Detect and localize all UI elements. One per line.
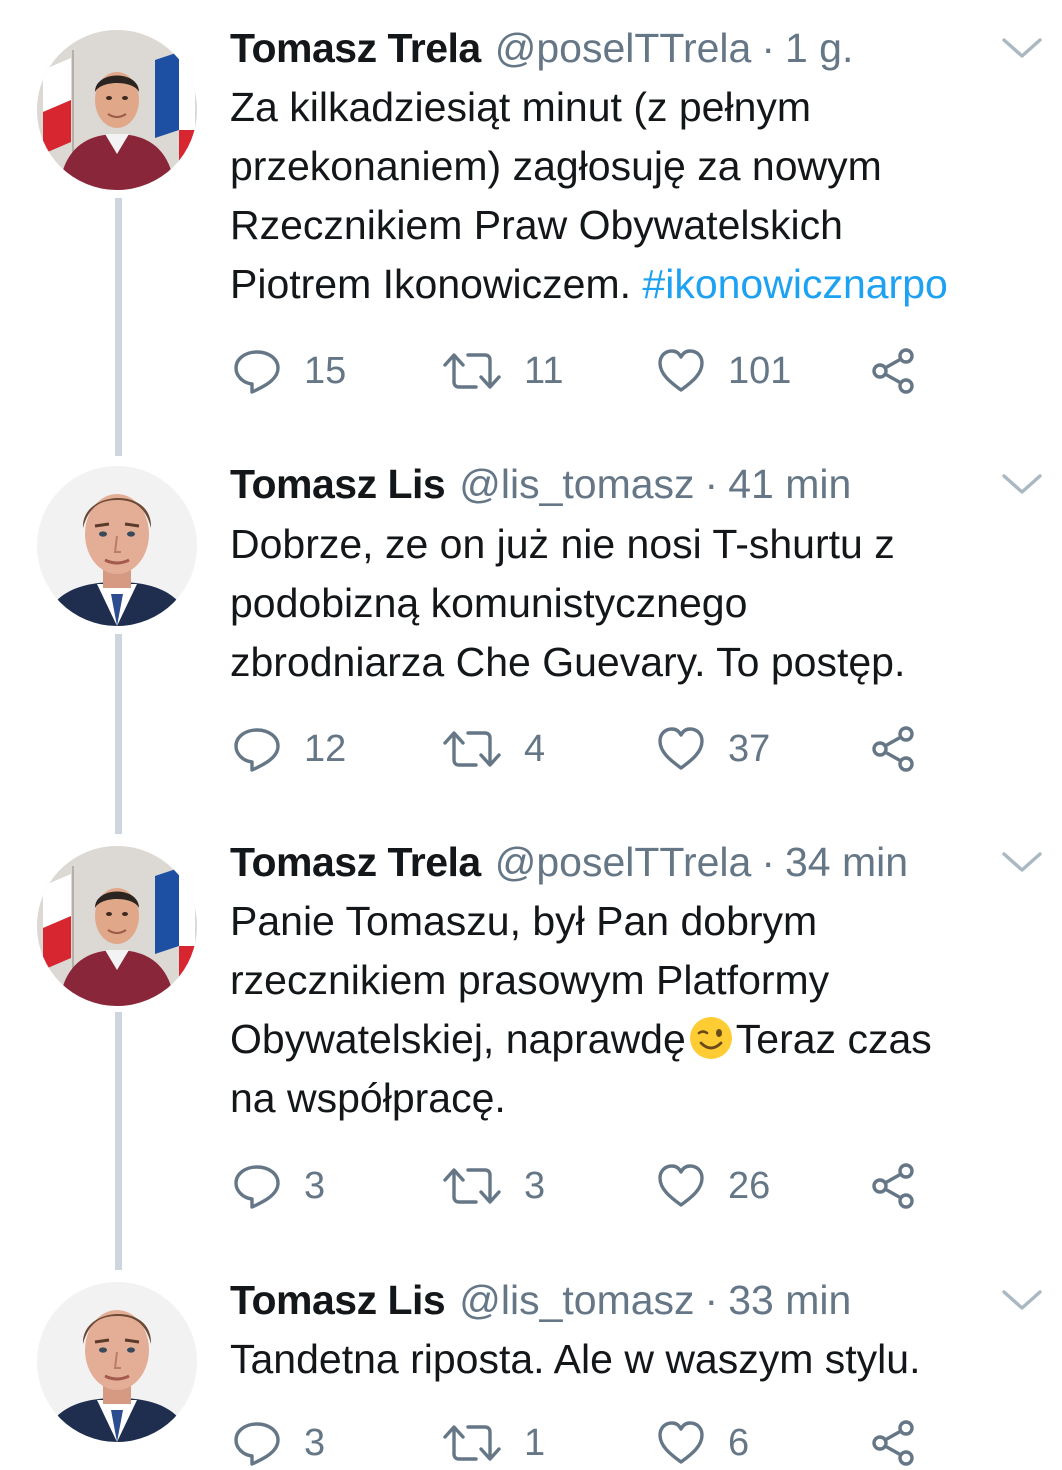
tweet-header: Tomasz Trela @poselTTrela · 34 min <box>230 834 908 890</box>
reply-button[interactable]: 3 <box>232 1418 325 1468</box>
winking-face-icon <box>689 1017 732 1059</box>
reply-count: 3 <box>304 1164 326 1207</box>
like-icon <box>656 1418 706 1468</box>
tweet-text: Dobrze, ze on już nie nosi T-shurtu z po… <box>230 521 906 685</box>
share-button[interactable] <box>868 724 918 774</box>
like-button[interactable]: 6 <box>656 1418 749 1468</box>
author-handle[interactable]: @lis_tomasz <box>459 1272 694 1328</box>
reply-icon <box>232 1418 282 1468</box>
tweet-header: Tomasz Trela @poselTTrela · 1 g. <box>230 20 853 76</box>
retweet-count: 1 <box>524 1421 546 1464</box>
like-button[interactable]: 101 <box>656 346 791 396</box>
reply-count: 3 <box>304 1421 326 1464</box>
reply-icon <box>232 346 282 396</box>
author-name[interactable]: Tomasz Lis <box>230 456 446 512</box>
chevron-down-icon[interactable] <box>1000 470 1044 498</box>
like-count: 37 <box>728 727 771 770</box>
author-name[interactable]: Tomasz Trela <box>230 834 481 890</box>
like-icon <box>656 1161 706 1211</box>
author-handle[interactable]: @poselTTrela <box>495 834 752 890</box>
reply-icon <box>232 1161 282 1211</box>
retweet-button[interactable]: 1 <box>442 1418 545 1468</box>
like-count: 101 <box>728 349 792 392</box>
share-icon <box>868 346 918 396</box>
timestamp[interactable]: 33 min <box>728 1272 851 1328</box>
like-count: 6 <box>728 1421 750 1464</box>
author-name[interactable]: Tomasz Lis <box>230 1272 446 1328</box>
like-icon <box>656 346 706 396</box>
reply-icon <box>232 724 282 774</box>
avatar[interactable] <box>37 30 197 190</box>
thread-line <box>115 1012 122 1270</box>
author-name[interactable]: Tomasz Trela <box>230 20 481 76</box>
timestamp[interactable]: 1 g. <box>785 20 853 76</box>
author-handle[interactable]: @lis_tomasz <box>459 456 694 512</box>
chevron-down-icon[interactable] <box>1000 848 1044 876</box>
chevron-down-icon[interactable] <box>1000 1286 1044 1314</box>
author-handle[interactable]: @poselTTrela <box>495 20 752 76</box>
retweet-button[interactable]: 3 <box>442 1161 545 1211</box>
retweet-icon <box>442 1161 502 1211</box>
reply-button[interactable]: 12 <box>232 724 346 774</box>
tweet-header: Tomasz Lis @lis_tomasz · 33 min <box>230 1272 851 1328</box>
reply-button[interactable]: 15 <box>232 346 346 396</box>
tweet-header: Tomasz Lis @lis_tomasz · 41 min <box>230 456 851 512</box>
retweet-count: 3 <box>524 1164 546 1207</box>
thread-line <box>115 198 122 456</box>
retweet-icon <box>442 724 502 774</box>
thread-line <box>115 634 122 834</box>
retweet-count: 11 <box>524 349 564 392</box>
like-count: 26 <box>728 1164 771 1207</box>
reply-count: 15 <box>304 349 347 392</box>
like-icon <box>656 724 706 774</box>
share-button[interactable] <box>868 1418 918 1468</box>
separator: · <box>761 25 775 71</box>
retweet-count: 4 <box>524 727 546 770</box>
share-icon <box>868 724 918 774</box>
tweet-text: Za kilkadziesiąt minut (z pełnym przekon… <box>230 78 1042 314</box>
tweet-text: Panie Tomaszu, był Pan dobrym rzecznikie… <box>230 892 1042 1128</box>
tweet-text: Tandetna riposta. Ale w waszym stylu. <box>230 1336 921 1382</box>
share-button[interactable] <box>868 346 918 396</box>
timestamp[interactable]: 34 min <box>785 834 908 890</box>
reply-count: 12 <box>304 727 347 770</box>
share-icon <box>868 1161 918 1211</box>
reply-button[interactable]: 3 <box>232 1161 325 1211</box>
retweet-icon <box>442 1418 502 1468</box>
share-icon <box>868 1418 918 1468</box>
tweet-actions: 15 11 101 <box>232 346 932 396</box>
separator: · <box>761 839 775 885</box>
timestamp[interactable]: 41 min <box>728 456 851 512</box>
retweet-icon <box>442 346 502 396</box>
retweet-button[interactable]: 4 <box>442 724 545 774</box>
like-button[interactable]: 37 <box>656 724 770 774</box>
avatar[interactable] <box>37 1282 197 1442</box>
like-button[interactable]: 26 <box>656 1161 770 1211</box>
avatar[interactable] <box>37 846 197 1006</box>
tweet-actions: 3 3 26 <box>232 1161 932 1211</box>
tweet-actions: 12 4 37 <box>232 724 932 774</box>
hashtag-link[interactable]: #ikonowicznarpo <box>642 261 947 307</box>
separator: · <box>704 461 719 507</box>
share-button[interactable] <box>868 1161 918 1211</box>
avatar[interactable] <box>37 466 197 626</box>
retweet-button[interactable]: 11 <box>442 346 563 396</box>
tweet-actions: 3 1 6 <box>232 1418 932 1468</box>
separator: · <box>704 1277 719 1323</box>
chevron-down-icon[interactable] <box>1000 34 1044 62</box>
